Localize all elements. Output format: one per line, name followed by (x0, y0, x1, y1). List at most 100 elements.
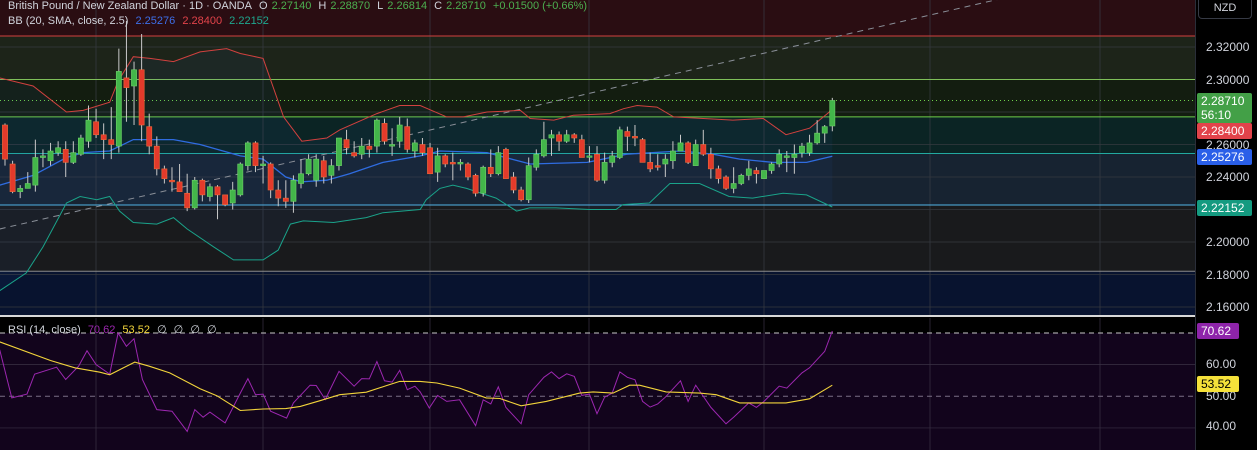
bb-basis-value: 2.25276 (135, 15, 176, 27)
candle-body (389, 144, 395, 147)
candle-body (267, 163, 274, 191)
candle-body (214, 186, 221, 196)
candle-body (578, 139, 585, 158)
currency-button[interactable]: NZD (1198, 0, 1252, 19)
candle-body (62, 149, 69, 163)
candle-body (404, 126, 411, 150)
rsi-tick: 40.00 (1206, 419, 1237, 433)
low-label: L (377, 0, 384, 12)
candle-body (624, 131, 631, 137)
candle-body (510, 176, 517, 191)
candle-body (586, 155, 593, 158)
candle-body (442, 155, 449, 165)
candle-body (298, 173, 304, 184)
candle-body (381, 123, 388, 142)
candle-body (115, 71, 122, 147)
bb-label: BB (20, SMA, close, 2.5) (8, 15, 129, 27)
rsi-value: 70.62 (87, 324, 116, 336)
candle-up (616, 126, 623, 160)
bb-legend[interactable]: BB (20, SMA, close, 2.5) 2.25276 2.28400… (8, 15, 273, 28)
rsi-background (0, 333, 1195, 450)
candle-up (237, 162, 244, 197)
candle-up (761, 170, 767, 179)
candle-body (153, 145, 160, 170)
candle-body (32, 157, 39, 186)
candle-body (700, 144, 707, 155)
candle-body (161, 168, 168, 179)
candle-body (639, 139, 646, 163)
candle-body (677, 142, 684, 152)
candle-body (715, 168, 722, 179)
change-value: +0.01500 (+0.66%) (492, 0, 588, 12)
candle-body (723, 176, 729, 189)
rsi-label: RSI (14, close) (8, 324, 81, 336)
candle-body (654, 165, 661, 168)
pane-separator[interactable] (0, 315, 1257, 317)
last-price: 2.28710 (1201, 94, 1245, 108)
candle-body (374, 119, 380, 147)
candle-body (487, 166, 494, 175)
candle-body (2, 124, 8, 160)
candle-up (738, 173, 745, 186)
candle-body (472, 175, 479, 194)
candle-body (184, 192, 191, 209)
candle-body (662, 158, 669, 165)
candle-up (480, 165, 487, 197)
high-value: 2.28870 (330, 0, 371, 12)
candle-body (821, 126, 828, 134)
price-chart-pane[interactable] (0, 0, 1195, 316)
open-value: 2.27140 (271, 0, 312, 12)
candle-body (563, 134, 570, 142)
rsi-legend[interactable]: RSI (14, close) 70.62 53.52 ∅ ∅ ∅ ∅ (8, 324, 221, 337)
candle-body (351, 152, 358, 157)
close-value: 2.28710 (446, 0, 486, 12)
candle-body (313, 158, 320, 181)
rsi-na-value: ∅ (206, 324, 217, 336)
rsi-pane[interactable] (0, 318, 1195, 450)
rsi-na-value: ∅ (157, 324, 167, 336)
candle-down (2, 123, 8, 166)
candle-body (594, 153, 600, 181)
candle-body (480, 166, 487, 194)
candle-body (343, 139, 350, 149)
candle-body (419, 144, 426, 153)
candle-body (411, 142, 418, 152)
candle-body (260, 163, 266, 166)
candle-down (472, 173, 479, 197)
candle-body (761, 170, 767, 179)
candle-up (829, 97, 836, 132)
candle-body (556, 134, 562, 142)
rsi-na-value: ∅ (173, 324, 184, 336)
ohlc-high: H 2.28870 (318, 0, 370, 12)
candle-down (9, 160, 16, 194)
candle-body (199, 179, 206, 196)
open-label: O (259, 0, 268, 12)
candle-body (609, 155, 616, 163)
ohlc-open: O 2.27140 (259, 0, 311, 12)
price-tick: 2.18000 (1206, 268, 1250, 282)
candle-body (518, 189, 525, 201)
candle-body (131, 69, 137, 87)
candle-up (191, 177, 198, 210)
last-price-tag: 2.28710 56:10 (1197, 93, 1252, 123)
candle-body (465, 163, 471, 178)
candle-body (70, 152, 77, 163)
candle-body (108, 139, 115, 145)
ohlc-close: C 2.28710 (434, 0, 486, 12)
candle-body (244, 142, 251, 166)
candle-body (282, 197, 289, 202)
candle-body (47, 150, 54, 162)
candle-body (571, 134, 578, 139)
candle-body (229, 189, 236, 204)
rsi-ma-tag: 53.52 (1197, 376, 1239, 392)
price-tick: 2.32000 (1206, 40, 1250, 54)
candle-body (396, 124, 403, 142)
candle-body (24, 183, 31, 189)
candle-body (252, 142, 259, 166)
candle-body (776, 153, 783, 165)
bb-basis-tag: 2.25276 (1197, 149, 1252, 165)
bb-upper-tag: 2.28400 (1197, 123, 1252, 139)
price-axis[interactable]: NZD 2.32000 2.30000 2.26000 2.24000 2.20… (1195, 0, 1257, 450)
candle-down (427, 142, 433, 175)
candle-body (707, 153, 714, 170)
